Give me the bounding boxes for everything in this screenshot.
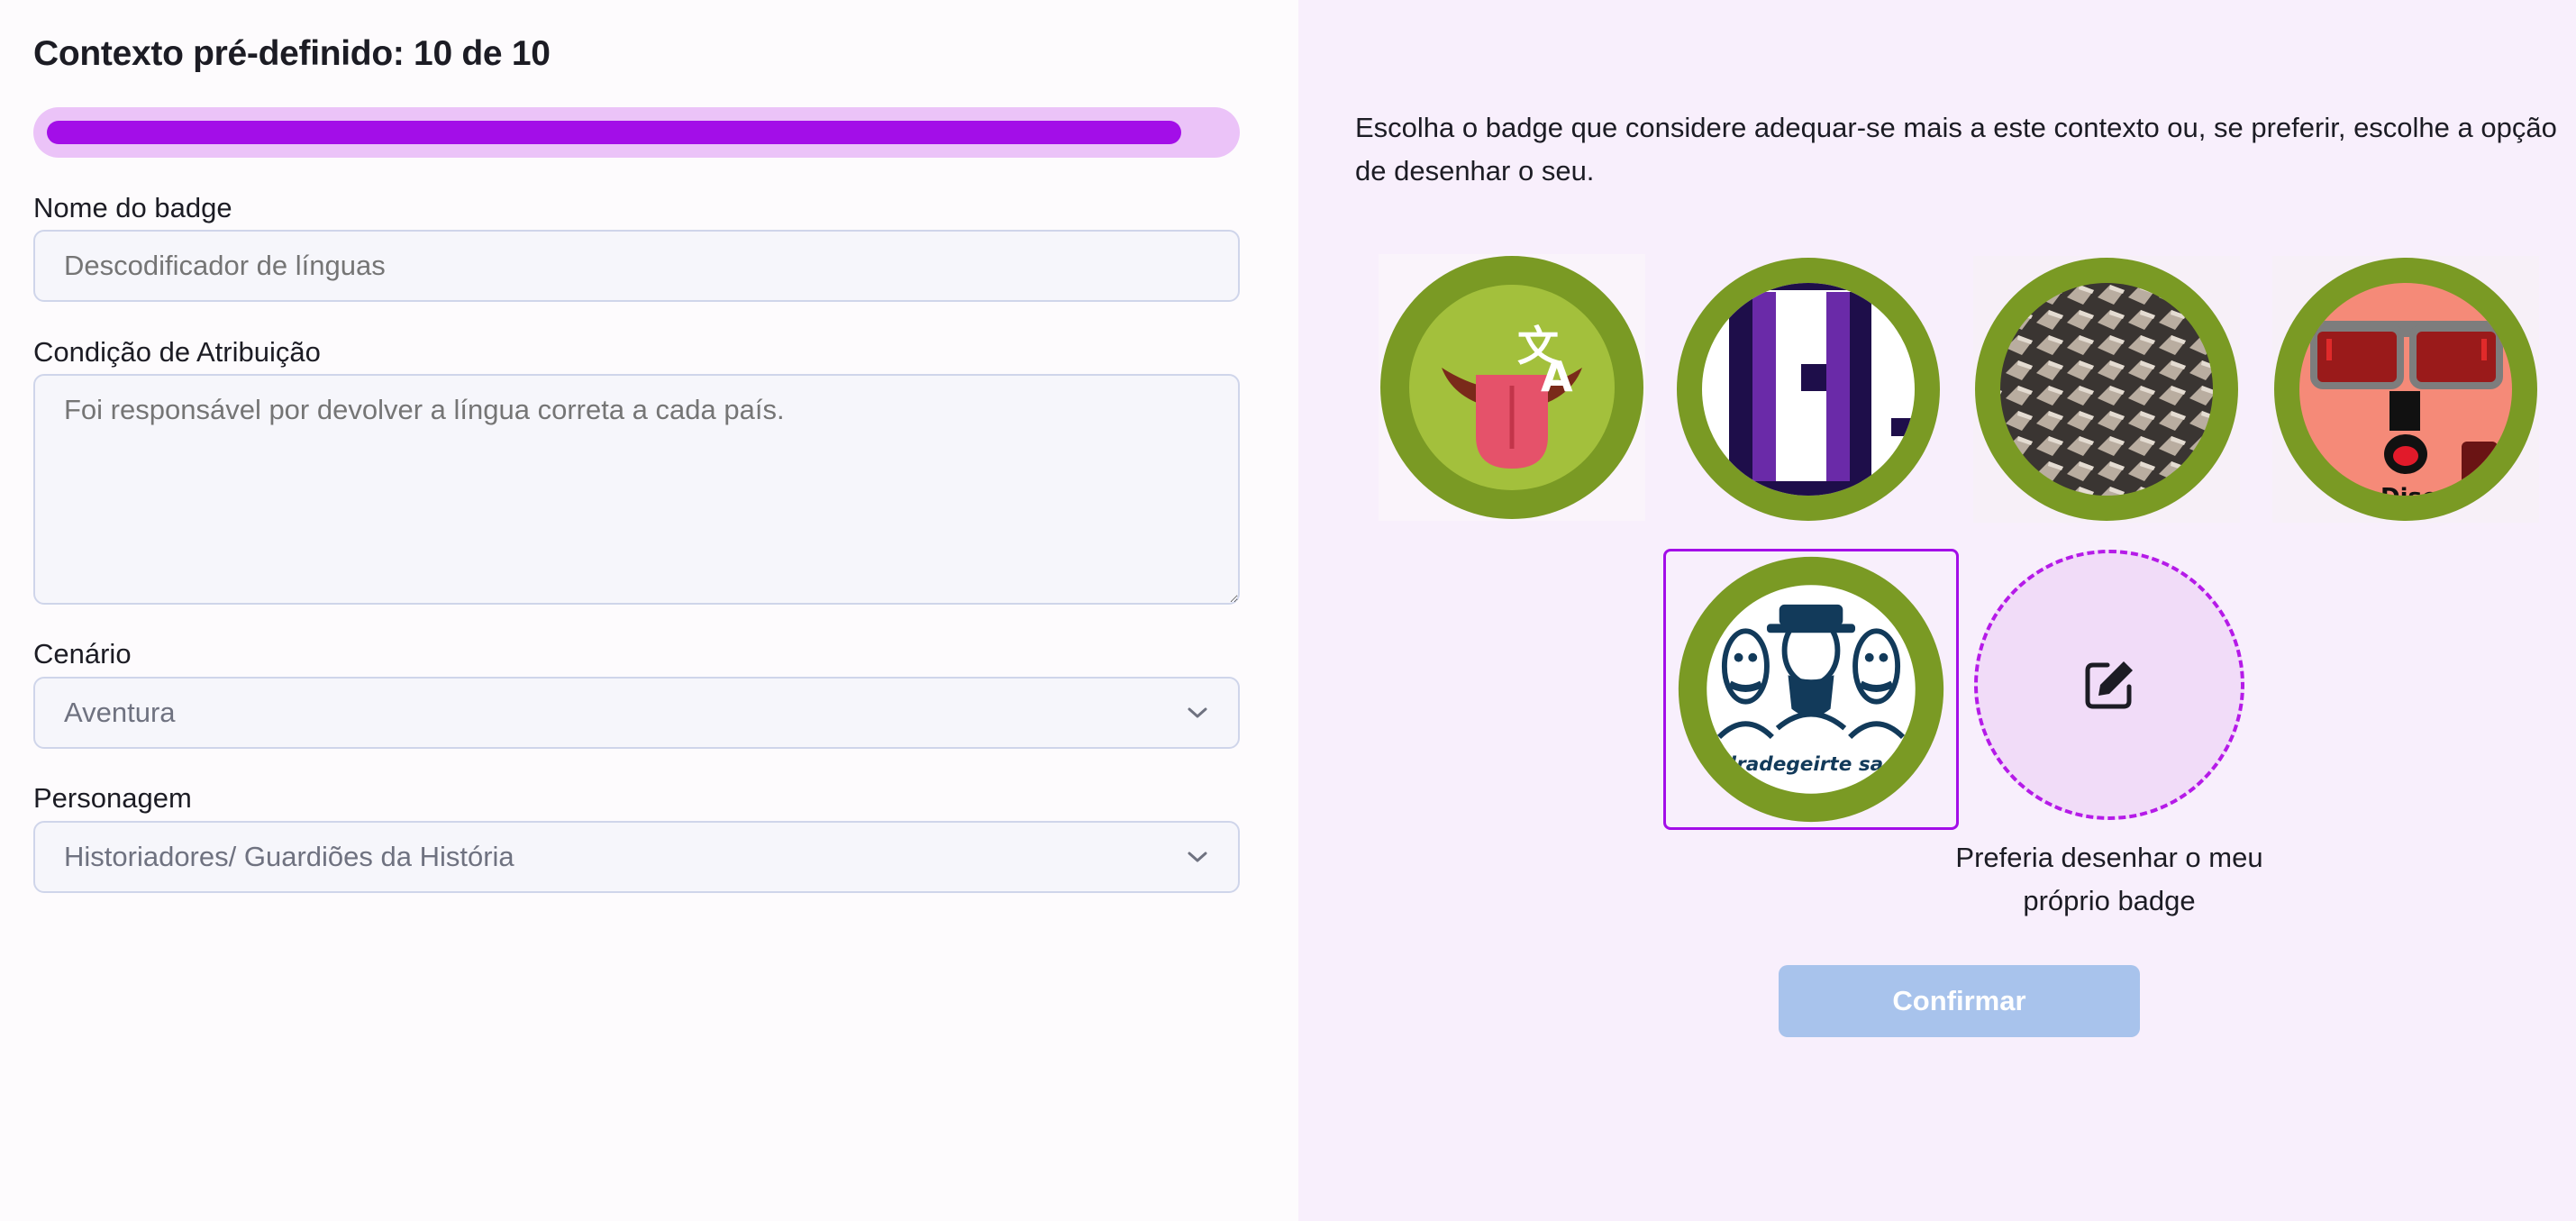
confirm-button[interactable]: Confirmar (1779, 965, 2140, 1037)
badge-option-mustached-men[interactable]: The rodradegeirte sacodirica (1663, 549, 1959, 830)
badge-option-purple-pattern[interactable] (1675, 256, 1942, 523)
chevron-down-icon (1188, 852, 1207, 862)
badge-option-translate[interactable]: 文 A (1379, 254, 1645, 521)
draw-own-badge-label: Preferia desenhar o meu próprio badge (1955, 842, 2263, 916)
svg-text:A: A (1541, 352, 1573, 401)
badge-form-pane: Contexto pré-definido: 10 de 10 Nome do … (0, 0, 1298, 1221)
condition-label: Condição de Atribuição (33, 336, 321, 368)
textured-tiles-icon (1973, 256, 2240, 523)
purple-pattern-icon (1677, 258, 1940, 521)
pencil-square-icon (2085, 661, 2133, 709)
cartoon-face-icon: Disc (2272, 256, 2539, 523)
character-label: Personagem (33, 782, 192, 814)
scenario-label: Cenário (33, 638, 132, 670)
badge-name-input[interactable] (33, 230, 1240, 302)
mustached-men-icon: The rodradegeirte sacodirica (1678, 556, 1944, 823)
badge-name-label: Nome do badge (33, 192, 232, 223)
progress-bar-fill (47, 121, 1181, 144)
page-title: Contexto pré-definido: 10 de 10 (33, 34, 551, 73)
character-select-value: Historiadores/ Guardiões da História (64, 841, 514, 872)
badge-option-cartoon-face[interactable]: Disc (2272, 256, 2539, 523)
chevron-down-icon (1188, 707, 1207, 718)
scenario-select[interactable]: Aventura (33, 677, 1240, 749)
scenario-select-value: Aventura (64, 697, 176, 728)
badge-option-textured-tiles[interactable] (1973, 256, 2240, 523)
progress-bar (33, 107, 1240, 158)
draw-own-badge-button[interactable] (1974, 550, 2244, 820)
character-select[interactable]: Historiadores/ Guardiões da História (33, 821, 1240, 893)
translate-tongue-icon: 文 A (1379, 254, 1645, 521)
condition-textarea[interactable] (33, 374, 1240, 605)
badge-instructions: Escolha o badge que considere adequar-se… (1355, 112, 2557, 187)
